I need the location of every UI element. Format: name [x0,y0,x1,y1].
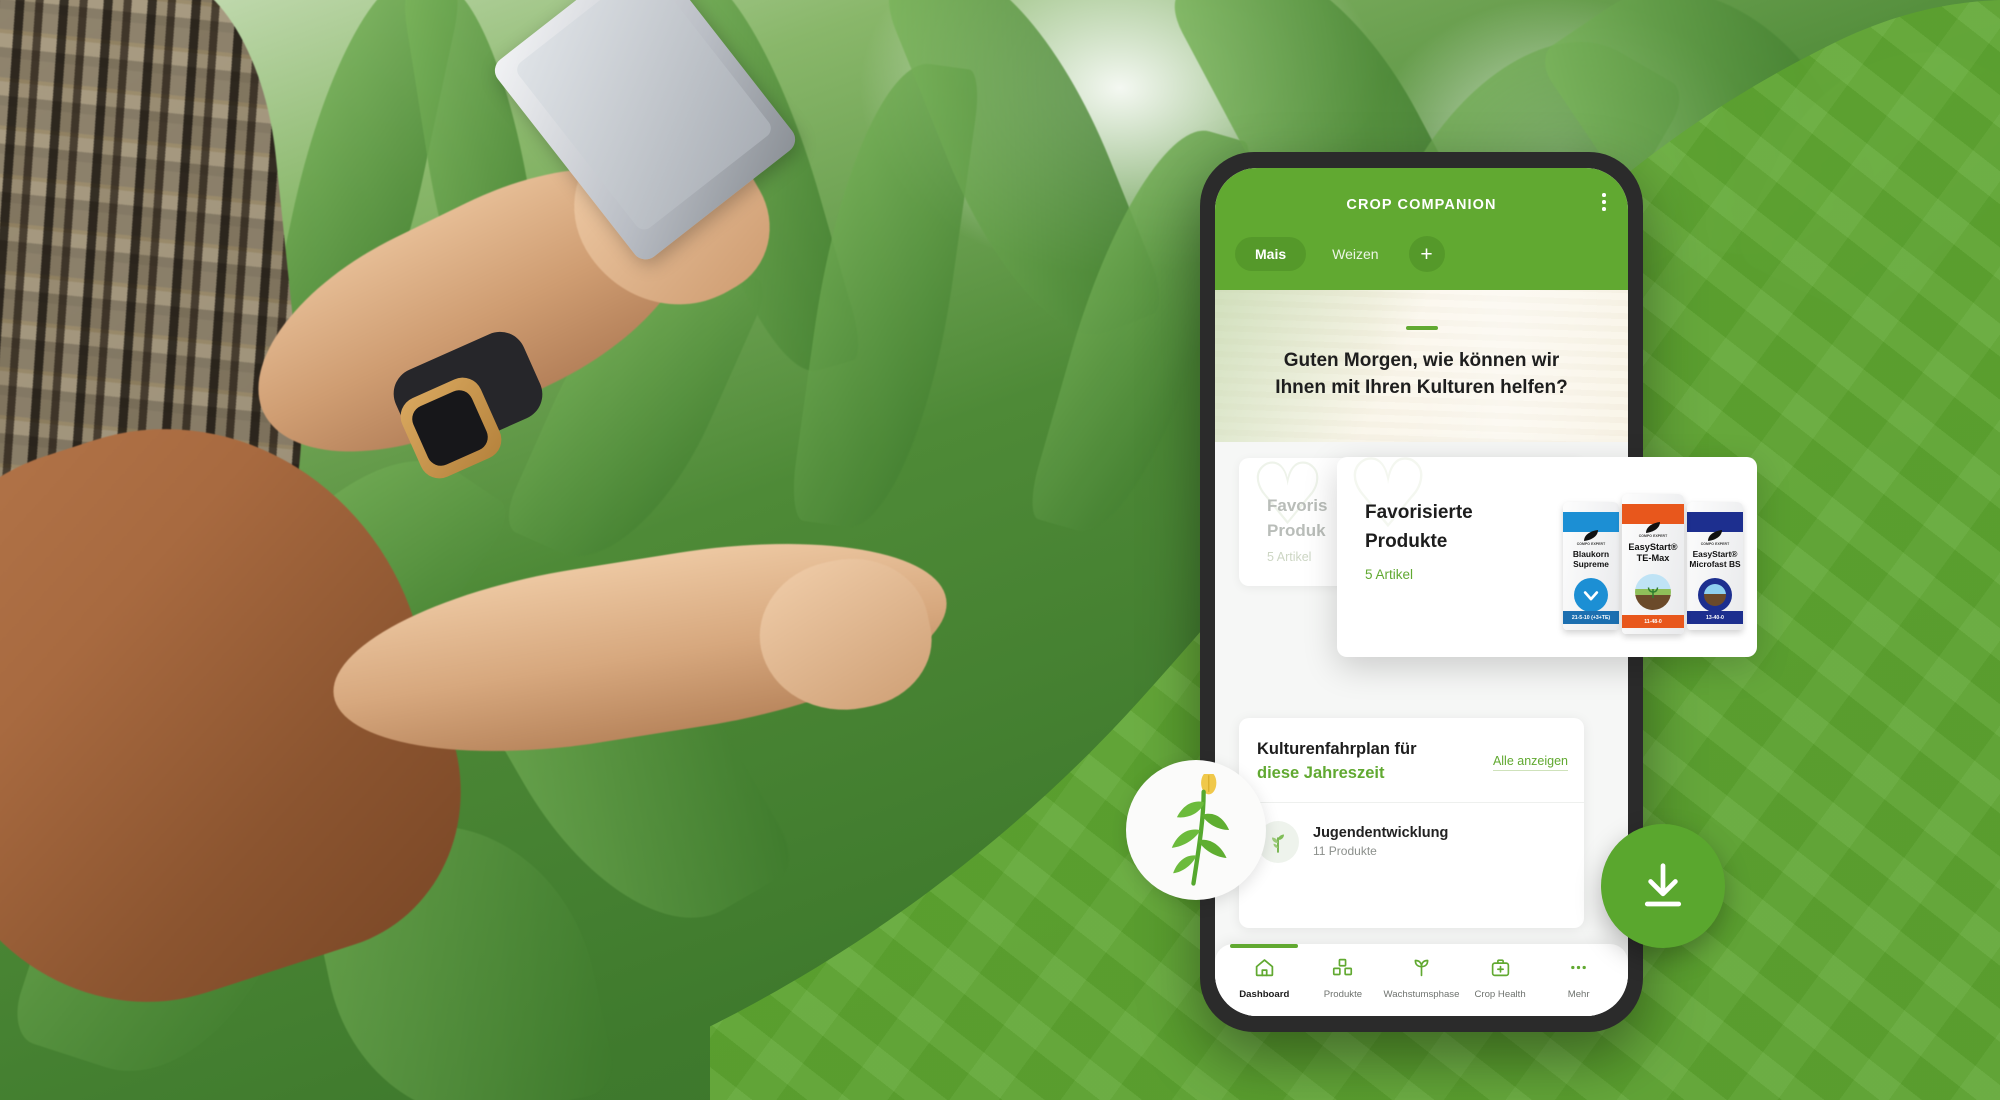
nav-item-produkte[interactable]: Produkte [1304,957,1383,1000]
product-bag-group: COMPO EXPERT Blaukorn Supreme 21-5-10 (+… [1563,479,1743,634]
hero-greeting: Guten Morgen, wie können wir Ihnen mit I… [1215,348,1628,402]
favorites-card-title: Favorisierte Produkte [1365,499,1473,556]
nav-item-crop-health[interactable]: Crop Health [1461,957,1540,1000]
bag-brand-3: COMPO EXPERT [1700,542,1730,546]
hero-banner: Guten Morgen, wie können wir Ihnen mit I… [1215,290,1628,442]
bag-name-1: Blaukorn Supreme [1572,549,1610,569]
bottom-navigation: Dashboard Produkte Wachstumsphase Crop H… [1215,944,1628,1016]
favorites-card-count: 5 Artikel [1365,567,1414,582]
nav-item-mehr[interactable]: Mehr [1539,957,1618,1000]
app-title: CROP COMPANION [1346,197,1497,213]
download-icon [1644,863,1682,907]
product-bag-temax: COMPO EXPERT EasyStart® TE-Max 11-48-0 [1622,494,1684,634]
bag-npk-1: 21-5-10 (+3+TE) [1563,611,1619,624]
favorites-ghost-title-line1: Favoris [1267,496,1328,515]
nav-label-crop-health: Crop Health [1474,989,1526,1000]
tab-weizen[interactable]: Weizen [1312,237,1398,271]
favorites-ghost-title-line2: Produk [1267,520,1326,540]
nav-item-wachstumsphase[interactable]: Wachstumsphase [1382,957,1461,1000]
product-bag-microfast: COMPO EXPERT EasyStart® Microfast BS 13-… [1687,502,1743,630]
hero-greeting-line2: Ihnen mit Ihren Kulturen helfen? [1275,376,1568,398]
crop-tabs: Mais Weizen + [1235,220,1608,290]
crop-plan-card[interactable]: Kulturenfahrplan für diese Jahreszeit Al… [1239,718,1584,928]
favorites-ghost-title: Favoris Produk [1267,494,1327,543]
list-item[interactable]: Jugendentwicklung 11 Produkte [1239,803,1584,881]
bag-brand-2: COMPO EXPERT [1638,534,1668,538]
list-item-subtitle: 11 Produkte [1313,844,1377,859]
boxes-icon [1332,957,1353,983]
show-all-link[interactable]: Alle anzeigen [1492,754,1568,771]
favorites-card-title-line2: Produkte [1365,530,1448,552]
tab-mais[interactable]: Mais [1235,237,1307,271]
crop-plan-title: Kulturenfahrplan für diese Jahreszeit [1257,738,1457,786]
bag-npk-3: 13-40-0 [1687,611,1743,624]
download-button[interactable] [1601,824,1725,948]
product-bag-blaukorn: COMPO EXPERT Blaukorn Supreme 21-5-10 (+… [1563,502,1619,630]
ellipsis-icon [1568,957,1589,983]
bag-brand-1: COMPO EXPERT [1576,542,1606,546]
add-crop-button[interactable]: + [1408,236,1445,272]
app-bar: CROP COMPANION Mais Weizen + [1215,168,1628,290]
bag-name-3: EasyStart® Microfast BS [1689,549,1741,569]
crop-plan-title-line2: diese Jahreszeit [1257,763,1385,782]
favorites-card-title-line1: Favorisierte [1365,502,1473,523]
nav-label-wachstumsphase: Wachstumsphase [1383,989,1460,1000]
nav-label-produkte: Produkte [1323,989,1363,1000]
scene-root: CROP COMPANION Mais Weizen + Guten Morge… [0,0,2000,1100]
favorites-ghost-count: 5 Artikel [1267,550,1312,564]
bag-npk-2: 11-48-0 [1622,615,1684,628]
list-item-text: Jugendentwicklung 11 Produkte [1313,825,1448,858]
bag-name-2: EasyStart® TE-Max [1628,542,1678,563]
crop-plan-title-line1: Kulturenfahrplan für [1257,740,1417,758]
nav-label-mehr: Mehr [1567,989,1590,1000]
list-item-title: Jugendentwicklung [1313,825,1449,842]
crop-plan-header: Kulturenfahrplan für diese Jahreszeit Al… [1239,718,1584,803]
favorites-products-card[interactable]: ♡ Favorisierte Produkte 5 Artikel COMPO … [1337,457,1757,657]
home-icon [1254,957,1275,983]
nav-label-dashboard: Dashboard [1239,989,1290,1000]
corn-plant-icon [1126,760,1266,900]
sprout-icon [1411,957,1432,983]
hero-greeting-line1: Guten Morgen, wie können wir [1283,350,1560,371]
kebab-menu-icon[interactable] [1602,193,1606,211]
first-aid-kit-icon [1490,957,1511,983]
nav-item-dashboard[interactable]: Dashboard [1225,944,1304,1000]
hero-accent-dash [1405,326,1438,330]
